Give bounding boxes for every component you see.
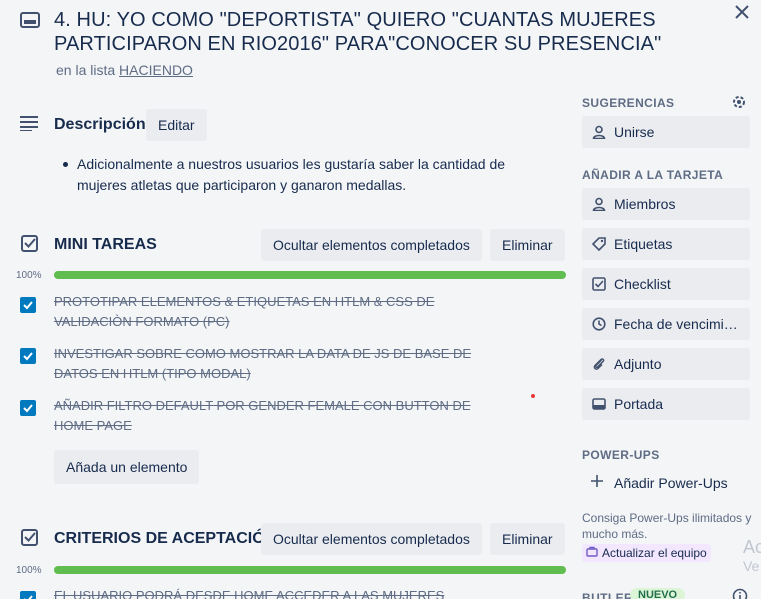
check-icon — [23, 301, 33, 310]
add-powerups-label: Añadir Power-Ups — [614, 474, 728, 491]
person-icon — [592, 125, 606, 140]
description-icon — [20, 115, 40, 131]
item-checkbox[interactable] — [20, 297, 36, 313]
checklist-icon — [592, 277, 606, 291]
powerups-note: Consiga Power-Ups ilimitados y mucho más… — [582, 511, 752, 541]
bullet — [63, 162, 68, 167]
progress-bar-fill — [54, 271, 566, 279]
description-heading: Descripción — [54, 116, 146, 133]
add-powerups-button[interactable]: Añadir Power-Ups — [590, 474, 728, 491]
attachment-label: Adjunto — [614, 356, 662, 372]
members-label: Miembros — [614, 196, 676, 212]
list-reference: en la lista HACIENDO — [56, 62, 193, 78]
close-icon[interactable] — [731, 1, 753, 23]
item-checkbox[interactable] — [20, 591, 36, 599]
cursor-dot — [531, 394, 535, 398]
progress-percent: 100% — [16, 565, 42, 576]
progress-bar — [54, 566, 566, 574]
watermark-line: Ac — [743, 537, 761, 557]
delete-checklist-button[interactable]: Eliminar — [490, 229, 565, 261]
progress-percent: 100% — [16, 270, 42, 281]
check-icon — [23, 404, 33, 413]
new-badge: NUEVO — [630, 588, 686, 599]
checklist-item[interactable]: EL USUARIO PODRÁ DESDE HOME ACCEDER A LA… — [54, 586, 474, 599]
gear-icon[interactable] — [731, 94, 747, 110]
checklist-item[interactable]: INVESTIGAR SOBRE COMO MOSTRAR LA DATA DE… — [54, 344, 474, 384]
paperclip-icon — [592, 357, 606, 371]
clock-icon — [592, 317, 606, 331]
upgrade-team-button[interactable]: Actualizar el equipo — [582, 544, 711, 562]
add-item-button[interactable]: Añada un elemento — [54, 450, 200, 484]
delete-checklist-button[interactable]: Eliminar — [490, 523, 565, 555]
progress-bar-fill — [54, 566, 566, 574]
members-button[interactable]: Miembros — [582, 188, 750, 220]
checklist-label: Checklist — [614, 276, 671, 292]
checklist-item[interactable]: PROTOTIPAR ELEMENTOS & ETIQUETAS EN HTLM… — [54, 292, 474, 332]
in-list-prefix: en la lista — [56, 62, 116, 78]
labels-button[interactable]: Etiquetas — [582, 228, 750, 260]
description-text[interactable]: Adicionalmente a nuestros usuarios les g… — [63, 154, 557, 196]
butler-heading: BUTLER — [582, 591, 634, 599]
list-link[interactable]: HACIENDO — [119, 62, 193, 78]
plus-icon — [590, 474, 604, 491]
join-label: Unirse — [614, 124, 655, 140]
person-icon — [592, 197, 606, 212]
info-icon[interactable] — [732, 588, 748, 599]
checklist-icon — [21, 235, 39, 253]
cover-label: Portada — [614, 396, 664, 412]
powerups-heading: POWER-UPS — [582, 448, 660, 462]
checklist-title[interactable]: MINI TAREAS — [54, 236, 157, 254]
upgrade-label: Actualizar el equipo — [602, 546, 707, 560]
checklist-title[interactable]: CRITERIOS DE ACEPTACIÓN — [54, 530, 276, 548]
check-icon — [24, 595, 33, 599]
checklist-icon — [21, 529, 39, 547]
card-icon — [19, 9, 41, 31]
cover-icon — [592, 397, 606, 411]
item-checkbox[interactable] — [20, 400, 36, 416]
item-checkbox[interactable] — [20, 348, 36, 364]
attachment-button[interactable]: Adjunto — [582, 348, 750, 380]
description-body: Adicionalmente a nuestros usuarios les g… — [77, 156, 506, 193]
due-date-label: Fecha de vencimiento — [614, 316, 744, 332]
suggestions-heading: SUGERENCIAS — [582, 96, 675, 110]
cover-button[interactable]: Portada — [582, 388, 750, 420]
due-date-button[interactable]: Fecha de vencimiento — [582, 308, 750, 340]
tag-icon — [591, 237, 606, 252]
checklist-item[interactable]: AÑADIR FILTRO DEFAULT POR GENDER FEMALE … — [54, 396, 474, 436]
labels-label: Etiquetas — [614, 236, 673, 252]
join-button[interactable]: Unirse — [582, 116, 750, 148]
add-to-card-heading: AÑADIR A LA TARJETA — [582, 168, 724, 182]
hide-completed-button[interactable]: Ocultar elementos completados — [261, 229, 482, 261]
check-icon — [23, 352, 33, 361]
progress-bar — [54, 271, 566, 279]
checklist-button[interactable]: Checklist — [582, 268, 750, 300]
edit-description-button[interactable]: Editar — [146, 109, 207, 141]
card-title[interactable]: 4. HU: YO COMO "DEPORTISTA" QUIERO "CUAN… — [54, 8, 694, 56]
hide-completed-button[interactable]: Ocultar elementos completados — [261, 523, 482, 555]
watermark-line: Ve — [743, 558, 760, 574]
briefcase-icon — [586, 546, 598, 560]
